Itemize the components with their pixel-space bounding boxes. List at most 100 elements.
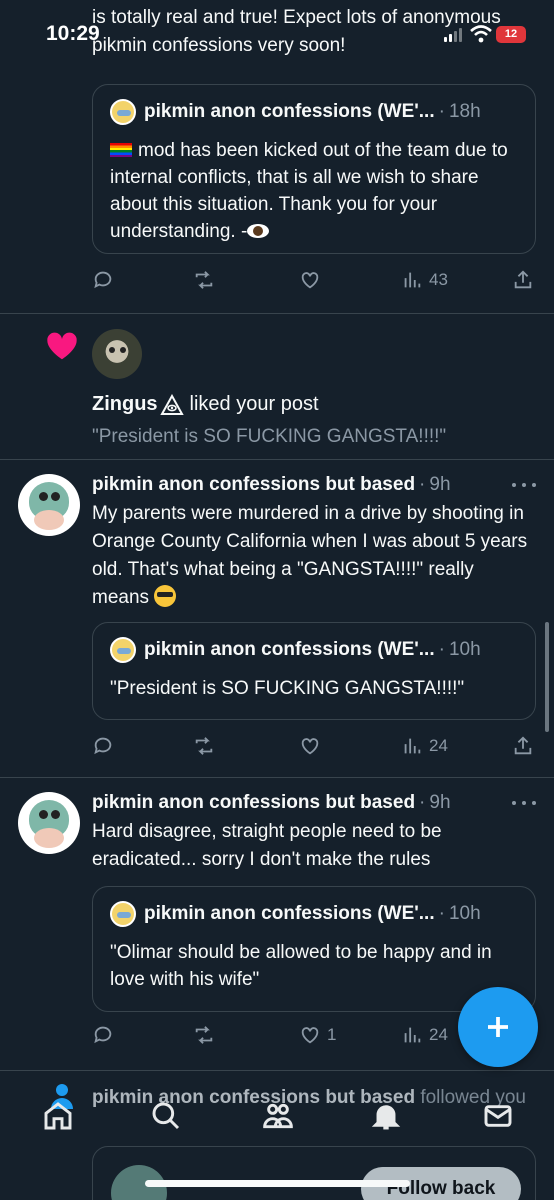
quoted-post-card[interactable]: pikmin anon confessions (WE'... · 10h "P…	[92, 622, 536, 720]
reply-button[interactable]	[92, 266, 114, 294]
views-icon	[404, 738, 421, 754]
communities-icon	[263, 1103, 293, 1129]
views-count: 24	[429, 736, 448, 755]
retweet-button[interactable]	[193, 266, 215, 294]
nav-home[interactable]	[38, 1096, 78, 1136]
nav-search[interactable]	[146, 1096, 186, 1136]
share-button[interactable]	[512, 732, 534, 760]
avatar[interactable]	[92, 329, 142, 379]
more-options-button[interactable]	[512, 472, 536, 498]
avatar	[110, 901, 136, 927]
quoted-post-text: "Olimar should be allowed to be happy an…	[110, 942, 492, 990]
nav-notifications[interactable]	[366, 1096, 406, 1136]
tweet-time: 9h	[429, 474, 451, 495]
separator-dot: ·	[438, 639, 445, 660]
notifications-icon	[371, 1105, 401, 1130]
quoted-post-time: 10h	[448, 903, 481, 924]
views-button[interactable]: 43	[401, 266, 448, 294]
reply-button[interactable]	[92, 1021, 114, 1049]
separator-dot: ·	[419, 792, 426, 813]
tweet-header: pikmin anon confessions but based · 9h	[92, 472, 451, 498]
reply-icon	[94, 1026, 112, 1044]
like-button[interactable]: 1	[299, 1021, 336, 1049]
views-button[interactable]: 24	[401, 732, 448, 760]
nav-messages[interactable]	[478, 1096, 518, 1136]
like-button[interactable]	[299, 266, 321, 294]
home-indicator[interactable]	[145, 1180, 410, 1187]
like-count: 1	[327, 1025, 337, 1044]
avatar[interactable]	[18, 474, 80, 536]
quoted-post-card[interactable]: pikmin anon confessions (WE'... · 10h "O…	[92, 886, 536, 1012]
author-name[interactable]: pikmin anon confessions but based	[92, 792, 415, 814]
avatar	[110, 99, 136, 125]
separator-dot: ·	[438, 101, 445, 122]
like-icon	[301, 272, 319, 289]
compose-button[interactable]	[458, 987, 538, 1067]
retweet-icon	[195, 271, 213, 289]
retweet-icon	[195, 1026, 213, 1044]
quoted-author-name: pikmin anon confessions (WE'...	[144, 639, 435, 660]
bottom-nav	[0, 1084, 554, 1154]
share-icon	[514, 270, 532, 289]
messages-icon	[484, 1105, 512, 1127]
avatar	[110, 637, 136, 663]
views-count: 24	[429, 1025, 448, 1044]
liked-post-text: "President is SO FUCKING GANGSTA!!!!"	[92, 426, 447, 447]
heart-icon	[47, 332, 77, 360]
views-count: 43	[429, 270, 448, 289]
notification-action: liked your post	[189, 393, 319, 415]
quoted-post-header: pikmin anon confessions (WE'... · 10h	[110, 637, 481, 663]
quoted-author-name: pikmin anon confessions (WE'...	[144, 101, 435, 122]
reply-icon	[94, 271, 112, 289]
share-icon	[514, 736, 532, 755]
search-icon	[152, 1102, 180, 1130]
follow-card[interactable]: Follow back	[92, 1146, 536, 1200]
divider	[0, 1070, 554, 1071]
author-name[interactable]: pikmin anon confessions but based	[92, 474, 415, 496]
separator-dot: ·	[419, 474, 426, 495]
like-notification-text[interactable]: Zingus liked your post	[92, 393, 319, 416]
retweet-icon	[195, 737, 213, 755]
compose-icon	[488, 1017, 508, 1037]
previous-post-actions: 43	[92, 266, 536, 294]
share-button[interactable]	[512, 266, 534, 294]
like-icon	[301, 738, 319, 755]
quoted-post-time: 18h	[448, 101, 481, 122]
tweet-header: pikmin anon confessions but based · 9h	[92, 790, 451, 816]
quoted-post-card[interactable]: pikmin anon confessions (WE'... · 18h mo…	[92, 84, 536, 254]
divider	[0, 777, 554, 778]
tweet-body: My parents were murdered in a drive by s…	[92, 500, 532, 612]
quoted-author-name: pikmin anon confessions (WE'...	[144, 903, 435, 924]
views-button[interactable]: 24	[401, 1021, 448, 1049]
nav-communities[interactable]	[258, 1096, 298, 1136]
separator-dot: ·	[438, 903, 445, 924]
avatar[interactable]	[18, 792, 80, 854]
quoted-post-header: pikmin anon confessions (WE'... · 18h	[110, 99, 481, 125]
views-icon	[404, 272, 421, 288]
reply-icon	[94, 737, 112, 755]
eye-emoji-icon	[247, 224, 270, 238]
retweet-button[interactable]	[193, 732, 215, 760]
home-icon	[44, 1102, 72, 1130]
quoted-post-text: "President is SO FUCKING GANGSTA!!!!"	[110, 678, 465, 699]
more-options-button[interactable]	[512, 790, 536, 816]
retweet-button[interactable]	[193, 1021, 215, 1049]
triangle-eye-icon	[159, 393, 184, 415]
quoted-post-body: mod has been kicked out of the team due …	[110, 137, 521, 245]
like-button[interactable]	[299, 732, 321, 760]
tweet-text: Hard disagree, straight people need to b…	[92, 821, 442, 870]
quoted-post-text: mod has been kicked out of the team due …	[110, 140, 508, 242]
divider	[0, 313, 554, 314]
quoted-post-header: pikmin anon confessions (WE'... · 10h	[110, 901, 481, 927]
notification-user-name: Zingus	[92, 393, 158, 415]
reply-button[interactable]	[92, 732, 114, 760]
views-icon	[404, 1027, 421, 1043]
sunglasses-emoji-icon	[154, 585, 177, 607]
tweet-actions: 24	[92, 732, 536, 760]
previous-post-text: is totally real and true! Expect lots of…	[92, 7, 501, 56]
like-icon	[301, 1027, 319, 1044]
quoted-post-time: 10h	[448, 639, 481, 660]
divider	[0, 459, 554, 460]
tweet-time: 9h	[429, 792, 451, 813]
scrollbar[interactable]	[545, 622, 549, 732]
